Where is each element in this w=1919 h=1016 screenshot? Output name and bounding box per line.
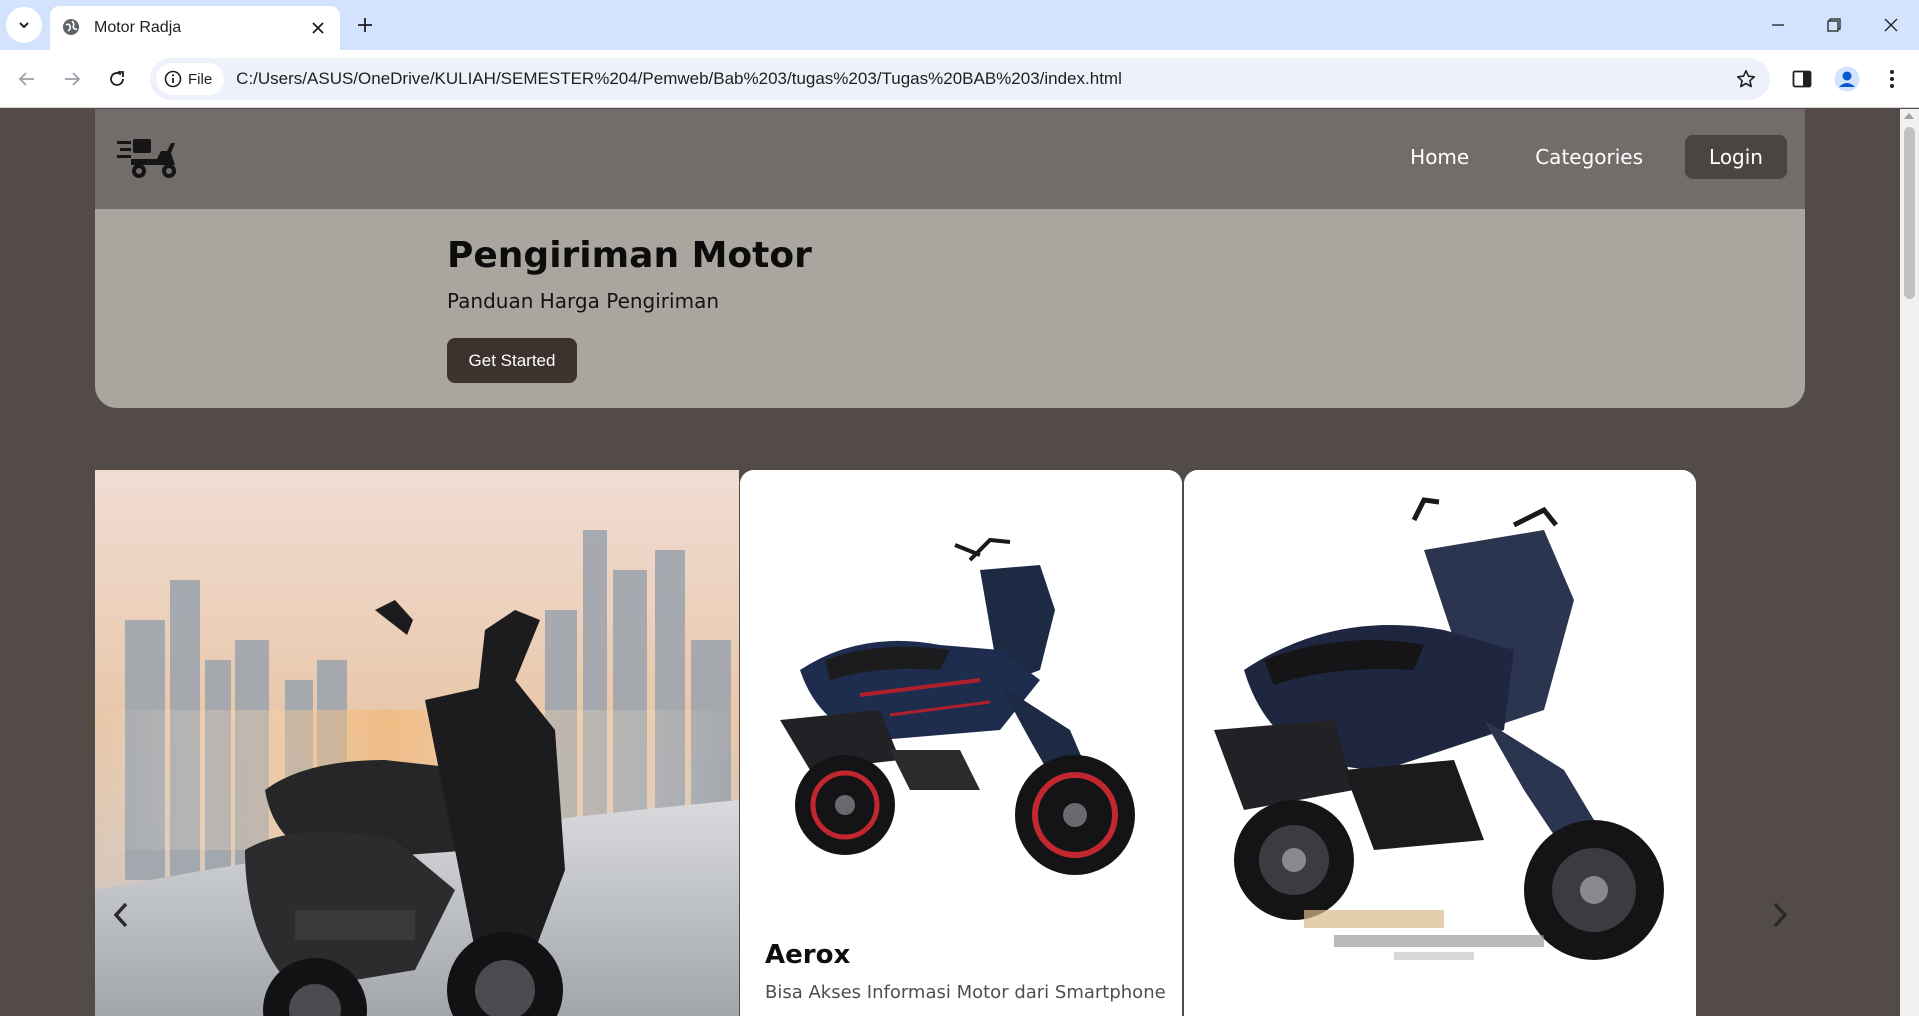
nav-home-link[interactable]: Home: [1386, 135, 1493, 179]
arrow-right-icon: [65, 72, 81, 86]
browser-tab[interactable]: Motor Radja: [50, 6, 340, 50]
close-icon: [1884, 18, 1898, 32]
info-icon: [164, 70, 182, 88]
browser-tab-strip: Motor Radja: [0, 0, 1919, 50]
url-text[interactable]: C:/Users/ASUS/OneDrive/KULIAH/SEMESTER%2…: [236, 69, 1726, 89]
carousel-card[interactable]: [1184, 470, 1696, 1016]
back-button[interactable]: [10, 62, 44, 96]
new-tab-button[interactable]: [350, 10, 380, 40]
hero-title: Pengiriman Motor: [447, 235, 812, 276]
restore-button[interactable]: [1814, 8, 1854, 42]
profile-button[interactable]: [1830, 62, 1864, 96]
scroll-thumb[interactable]: [1904, 127, 1915, 299]
minimize-icon: [1772, 24, 1784, 26]
carousel-card[interactable]: Aerox Bisa Akses Informasi Motor dari Sm…: [740, 470, 1182, 1016]
browser-menu-button[interactable]: [1875, 62, 1909, 96]
card-description: Bisa Akses Informasi Motor dari Smartpho…: [765, 982, 1166, 1003]
side-panel-icon: [1792, 70, 1812, 88]
close-window-button[interactable]: [1871, 8, 1911, 42]
close-tab-icon[interactable]: [308, 18, 328, 38]
restore-icon: [1827, 18, 1841, 32]
forward-button[interactable]: [55, 62, 89, 96]
reload-button[interactable]: [100, 62, 134, 96]
plus-icon: [358, 18, 372, 32]
chevron-right-icon: [1773, 902, 1788, 928]
site-info-chip[interactable]: File: [156, 63, 225, 95]
address-bar[interactable]: File C:/Users/ASUS/OneDrive/KULIAH/SEMES…: [150, 58, 1770, 100]
tab-title: Motor Radja: [94, 19, 182, 36]
get-started-button[interactable]: Get Started: [447, 338, 577, 383]
blue-aerox-scooter-image: [740, 470, 1182, 910]
card-title: Aerox: [765, 940, 851, 970]
chevron-down-icon: [19, 22, 29, 29]
nav-links: Home Categories Login: [1386, 135, 1787, 179]
carousel-next-button[interactable]: [1762, 890, 1798, 940]
delivery-scooter-icon[interactable]: [117, 135, 179, 181]
page-scrollbar[interactable]: [1900, 109, 1919, 1016]
motor-carousel: Aerox Bisa Akses Informasi Motor dari Sm…: [95, 470, 1805, 1016]
nav-categories-link[interactable]: Categories: [1511, 135, 1667, 179]
browser-toolbar: File C:/Users/ASUS/OneDrive/KULIAH/SEMES…: [0, 50, 1919, 108]
hero-subtitle: Panduan Harga Pengiriman: [447, 289, 720, 313]
profile-avatar-icon: [1834, 66, 1860, 92]
minimize-button[interactable]: [1758, 8, 1798, 42]
carousel-prev-button[interactable]: [103, 890, 139, 940]
page-viewport: Home Categories Login Pengiriman Motor P…: [0, 109, 1900, 1016]
arrow-left-icon: [18, 72, 34, 86]
more-vertical-icon: [1890, 70, 1894, 88]
tab-search-button[interactable]: [6, 7, 42, 43]
reload-icon: [110, 71, 124, 86]
blue-scooter-image: [1184, 470, 1696, 1016]
carousel-card[interactable]: [95, 470, 739, 1016]
scroll-up-arrow-icon[interactable]: [1904, 113, 1914, 119]
login-button[interactable]: Login: [1685, 135, 1787, 179]
chevron-left-icon: [113, 902, 128, 928]
globe-icon: [62, 18, 82, 38]
side-panel-button[interactable]: [1785, 62, 1819, 96]
black-scooter-image: [95, 470, 739, 1016]
site-navbar: Home Categories Login: [95, 109, 1805, 209]
site-chip-label: File: [188, 70, 213, 88]
star-icon: [1736, 70, 1756, 88]
hero-banner: Pengiriman Motor Panduan Harga Pengirima…: [95, 209, 1805, 408]
bookmark-star-button[interactable]: [1726, 59, 1766, 99]
